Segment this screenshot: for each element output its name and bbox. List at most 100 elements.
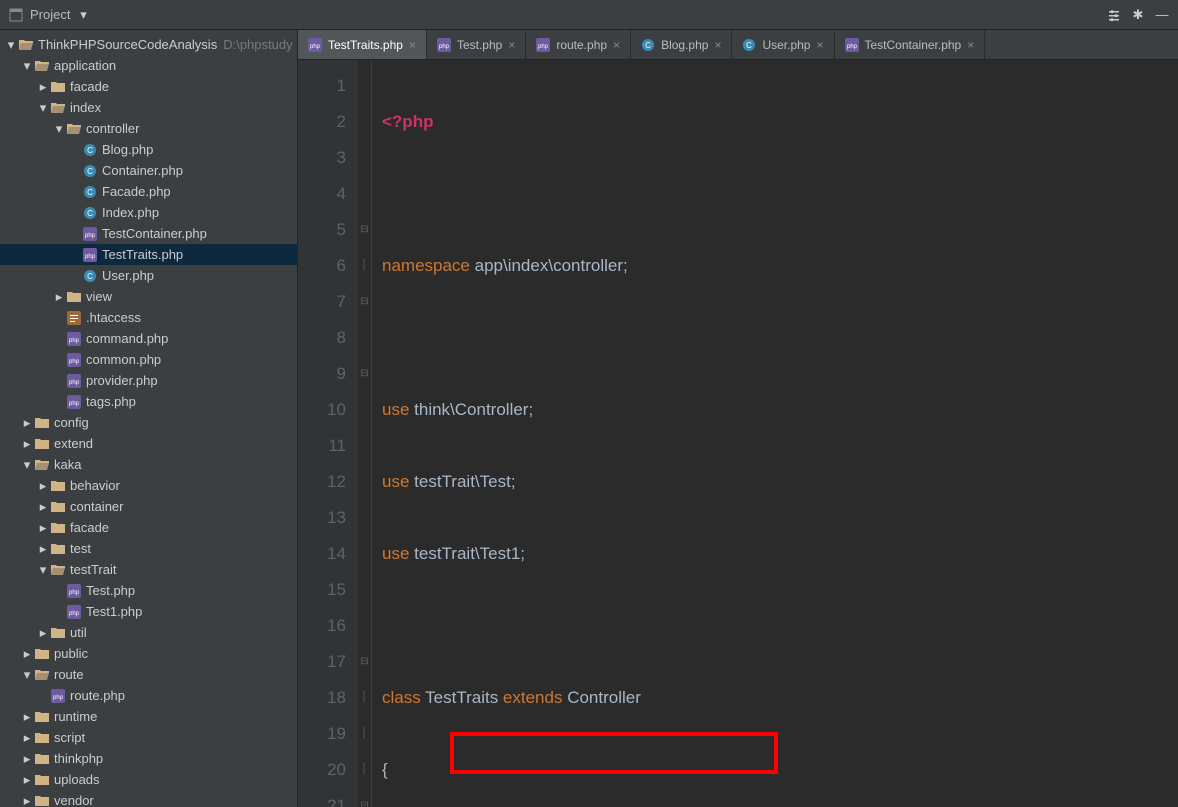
chevron-right-icon[interactable]: ▸ (52, 289, 66, 305)
line-number: 15 (298, 572, 346, 608)
tree-item-tags-php[interactable]: phptags.php (0, 391, 297, 412)
fold-marker[interactable]: ⊟ (358, 284, 371, 320)
fold-marker (358, 392, 371, 428)
tab-blog-php[interactable]: CBlog.php× (631, 30, 732, 59)
tree-item-script[interactable]: ▸script (0, 727, 297, 748)
tab-testcontainer-php[interactable]: phpTestContainer.php× (835, 30, 986, 59)
tree-item-facade[interactable]: ▸ facade (0, 76, 297, 97)
tree-item-test1-php[interactable]: phpTest1.php (0, 601, 297, 622)
close-icon[interactable]: × (409, 38, 416, 52)
svg-text:C: C (87, 167, 93, 176)
tree-item-label: Facade.php (102, 184, 171, 199)
chevron-right-icon[interactable]: ▸ (20, 646, 34, 662)
chevron-right-icon[interactable]: ▸ (20, 793, 34, 807)
chevron-down-icon[interactable]: ▾ (52, 121, 66, 137)
close-icon[interactable]: × (613, 38, 620, 52)
tree-item-thinkphpsourcecodeanalysis[interactable]: ▾ThinkPHPSourceCodeAnalysisD:\phpstudy (0, 34, 297, 55)
chevron-down-icon[interactable]: ▾ (20, 667, 34, 683)
tree-item-extend[interactable]: ▸extend (0, 433, 297, 454)
tree-item-blog-php[interactable]: CBlog.php (0, 139, 297, 160)
tree-item-test[interactable]: ▸test (0, 538, 297, 559)
gear-icon[interactable]: ✱ (1130, 7, 1146, 23)
tree-item-uploads[interactable]: ▸uploads (0, 769, 297, 790)
tree-item-container[interactable]: ▸container (0, 496, 297, 517)
minimize-icon[interactable]: — (1154, 7, 1170, 23)
chevron-right-icon[interactable]: ▸ (36, 520, 50, 536)
tree-item-facade-php[interactable]: C Facade.php (0, 181, 297, 202)
fold-marker[interactable]: ⊟ (358, 212, 371, 248)
tree-item-index[interactable]: ▾ index (0, 97, 297, 118)
tree-item-testtrait[interactable]: ▾testTrait (0, 559, 297, 580)
tree-item-test-php[interactable]: phpTest.php (0, 580, 297, 601)
tab-user-php[interactable]: CUser.php× (732, 30, 834, 59)
chevron-right-icon[interactable]: ▸ (36, 478, 50, 494)
folder-icon (50, 543, 66, 555)
tree-item-route[interactable]: ▾route (0, 664, 297, 685)
tree-item-behavior[interactable]: ▸behavior (0, 475, 297, 496)
chevron-right-icon[interactable]: ▸ (36, 541, 50, 557)
chevron-right-icon[interactable]: ▸ (20, 436, 34, 452)
c-icon: C (82, 206, 98, 220)
close-icon[interactable]: × (816, 38, 823, 52)
chevron-down-icon[interactable]: ▾ (20, 58, 34, 74)
line-number: 1 (298, 68, 346, 104)
tree-item-controller[interactable]: ▾controller (0, 118, 297, 139)
tree-item-config[interactable]: ▸config (0, 412, 297, 433)
tree-item-application[interactable]: ▾ application (0, 55, 297, 76)
tab-testtraits-php[interactable]: phpTestTraits.php× (298, 30, 427, 59)
tree-item-container-php[interactable]: CContainer.php (0, 160, 297, 181)
tab-route-php[interactable]: phproute.php× (526, 30, 631, 59)
tree-item-label: application (54, 58, 116, 73)
chevron-right-icon[interactable]: ▸ (36, 499, 50, 515)
tree-item-thinkphp[interactable]: ▸thinkphp (0, 748, 297, 769)
tree-item-user-php[interactable]: CUser.php (0, 265, 297, 286)
code-editor[interactable]: 12345678910111213141516171819202122 ⊟│⊟⊟… (298, 60, 1178, 807)
tree-item-kaka[interactable]: ▾kaka (0, 454, 297, 475)
tree-item-testtraits-php[interactable]: phpTestTraits.php (0, 244, 297, 265)
chevron-down-icon[interactable]: ▾ (36, 100, 50, 116)
chevron-down-icon[interactable]: ▾ (4, 37, 18, 53)
project-tool-button[interactable]: Project ▾ (0, 0, 98, 29)
chevron-right-icon[interactable]: ▸ (20, 730, 34, 746)
tree-item-label: index (70, 100, 101, 115)
tree-item-facade[interactable]: ▸facade (0, 517, 297, 538)
c-icon: C (82, 185, 98, 199)
tree-item-util[interactable]: ▸util (0, 622, 297, 643)
svg-text:php: php (69, 590, 80, 596)
fold-marker[interactable]: ⊟ (358, 644, 371, 680)
tree-item-label: facade (70, 79, 109, 94)
tree-item-route-php[interactable]: phproute.php (0, 685, 297, 706)
tree-item-vendor[interactable]: ▸vendor (0, 790, 297, 807)
tree-item-provider-php[interactable]: phpprovider.php (0, 370, 297, 391)
tree-item-index-php[interactable]: CIndex.php (0, 202, 297, 223)
tab-test-php[interactable]: phpTest.php× (427, 30, 526, 59)
fold-marker[interactable]: ⊟ (358, 788, 371, 807)
chevron-right-icon[interactable]: ▸ (20, 751, 34, 767)
php-icon: php (82, 227, 98, 241)
php-icon: php (66, 374, 82, 388)
project-tree[interactable]: ▾ThinkPHPSourceCodeAnalysisD:\phpstudy▾a… (0, 30, 298, 807)
c-icon: C (82, 269, 98, 283)
chevron-down-icon[interactable]: ▾ (36, 562, 50, 578)
close-icon[interactable]: × (714, 38, 721, 52)
chevron-right-icon[interactable]: ▸ (36, 625, 50, 641)
tree-item-command-php[interactable]: phpcommand.php (0, 328, 297, 349)
settings-icon[interactable] (1106, 7, 1122, 23)
fold-marker[interactable]: ⊟ (358, 356, 371, 392)
chevron-right-icon[interactable]: ▸ (20, 709, 34, 725)
tree-item-testcontainer-php[interactable]: phpTestContainer.php (0, 223, 297, 244)
close-icon[interactable]: × (967, 38, 974, 52)
tree-item-view[interactable]: ▸view (0, 286, 297, 307)
tree-item-runtime[interactable]: ▸runtime (0, 706, 297, 727)
tree-item--htaccess[interactable]: .htaccess (0, 307, 297, 328)
chevron-right-icon[interactable]: ▸ (36, 79, 50, 95)
close-icon[interactable]: × (508, 38, 515, 52)
fold-marker (358, 104, 371, 140)
chevron-down-icon[interactable]: ▾ (20, 457, 34, 473)
chevron-right-icon[interactable]: ▸ (20, 772, 34, 788)
tree-item-common-php[interactable]: phpcommon.php (0, 349, 297, 370)
tree-item-public[interactable]: ▸public (0, 643, 297, 664)
chevron-right-icon[interactable]: ▸ (20, 415, 34, 431)
line-number: 10 (298, 392, 346, 428)
code-source[interactable]: <?php namespace app\index\controller; us… (372, 60, 641, 807)
